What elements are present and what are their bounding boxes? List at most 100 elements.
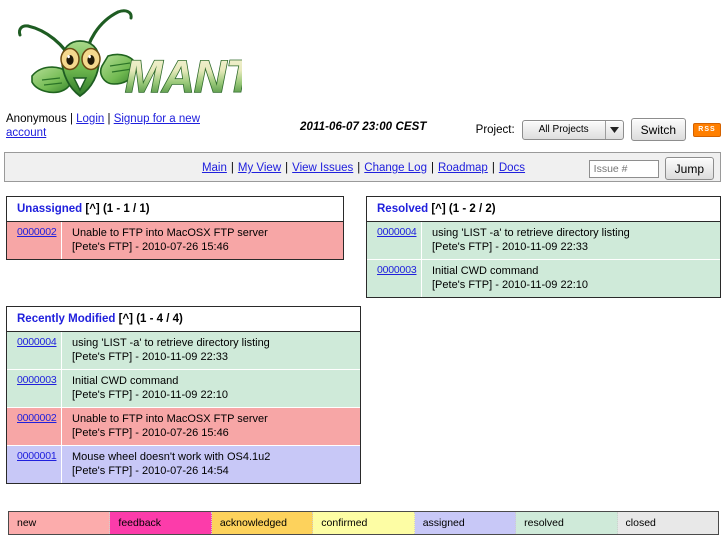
- issue-meta: [Pete's FTP] - 2010-11-09 22:10: [72, 389, 228, 401]
- mantis-wordmark: MANTIS: [124, 50, 242, 103]
- issue-summary: Unable to FTP into MacOSX FTP server: [72, 413, 268, 425]
- user-separator-1: |: [69, 113, 73, 125]
- panel-resolved-title: Resolved [^] (1 - 2 / 2): [367, 197, 720, 222]
- panel-resolved-heading: Resolved: [377, 203, 429, 215]
- legend-item-acknowledged: acknowledged: [211, 512, 314, 534]
- table-row[interactable]: 0000003 Initial CWD command [Pete's FTP]…: [7, 370, 360, 408]
- issue-meta: [Pete's FTP] - 2010-11-09 22:10: [432, 279, 588, 291]
- legend-label: closed: [625, 517, 656, 529]
- panel-recently-modified-title: Recently Modified [^] (1 - 4 / 4): [7, 307, 360, 332]
- table-row[interactable]: 0000004 using 'LIST -a' to retrieve dire…: [367, 222, 720, 260]
- legend-item-new: new: [9, 512, 111, 534]
- table-row[interactable]: 0000003 Initial CWD command [Pete's FTP]…: [367, 260, 720, 297]
- project-select-value: All Projects: [538, 124, 589, 135]
- project-selector-group: Project: All Projects Switch RSS: [476, 118, 721, 141]
- issue-body-cell: Mouse wheel doesn't work with OS4.1u2 [P…: [61, 446, 360, 483]
- legend-item-feedback: feedback: [110, 512, 212, 534]
- nav-item-roadmap[interactable]: Roadmap: [438, 162, 488, 174]
- nav-item-change-log[interactable]: Change Log: [364, 162, 427, 174]
- issue-meta: [Pete's FTP] - 2010-07-26 15:46: [72, 427, 229, 439]
- nav-item-view-issues[interactable]: View Issues: [292, 162, 353, 174]
- nav-item-my-view[interactable]: My View: [238, 162, 281, 174]
- issue-id-cell: 0000003: [367, 260, 421, 280]
- legend-label: acknowledged: [219, 517, 287, 529]
- issue-id-link[interactable]: 0000002: [17, 226, 57, 238]
- panel-unassigned-heading: Unassigned: [17, 203, 83, 215]
- project-select[interactable]: All Projects: [521, 119, 624, 140]
- table-row[interactable]: 0000004 using 'LIST -a' to retrieve dire…: [7, 332, 360, 370]
- rss-icon[interactable]: RSS: [693, 122, 721, 137]
- legend-label: confirmed: [321, 517, 368, 529]
- navigation-bar: Main | My View | View Issues | Change Lo…: [4, 152, 721, 182]
- issue-id-link[interactable]: 0000003: [377, 264, 417, 276]
- panel-resolved-count: (1 - 2 / 2): [448, 203, 496, 215]
- issue-id-link[interactable]: 0000004: [377, 226, 417, 238]
- issue-id-cell: 0000004: [7, 332, 61, 352]
- nav-separator-1: |: [230, 162, 234, 174]
- legend-item-closed: closed: [617, 512, 718, 534]
- jump-button[interactable]: Jump: [664, 157, 714, 180]
- legend-label: resolved: [524, 517, 564, 529]
- panel-unassigned-collapse-toggle[interactable]: [^]: [85, 203, 99, 215]
- panel-recently-modified-collapse-toggle[interactable]: [^]: [119, 313, 133, 325]
- issue-body-cell: using 'LIST -a' to retrieve directory li…: [61, 332, 360, 369]
- issue-id-link[interactable]: 0000003: [17, 374, 57, 386]
- issue-number-input[interactable]: [588, 159, 659, 178]
- issue-summary: Initial CWD command: [72, 375, 179, 387]
- legend-item-confirmed: confirmed: [313, 512, 415, 534]
- issue-summary: using 'LIST -a' to retrieve directory li…: [432, 227, 630, 239]
- panel-recently-modified-heading: Recently Modified: [17, 313, 116, 325]
- issue-id-cell: 0000003: [7, 370, 61, 390]
- mantis-logo: MANTIS: [12, 4, 242, 108]
- issue-meta: [Pete's FTP] - 2010-11-09 22:33: [432, 241, 588, 253]
- table-row[interactable]: 0000002 Unable to FTP into MacOSX FTP se…: [7, 222, 343, 259]
- nav-item-main[interactable]: Main: [202, 162, 227, 174]
- nav-separator-3: |: [357, 162, 361, 174]
- legend-label: feedback: [118, 517, 162, 529]
- panel-unassigned-count: (1 - 1 / 1): [102, 203, 150, 215]
- issue-body-cell: using 'LIST -a' to retrieve directory li…: [421, 222, 720, 259]
- table-row[interactable]: 0000001 Mouse wheel doesn't work with OS…: [7, 446, 360, 483]
- issue-id-link[interactable]: 0000002: [17, 412, 57, 424]
- panel-unassigned-title: Unassigned [^] (1 - 1 / 1): [7, 197, 343, 222]
- svg-text:MANTIS: MANTIS: [125, 51, 242, 102]
- legend-item-assigned: assigned: [414, 512, 517, 534]
- legend-item-resolved: resolved: [516, 512, 618, 534]
- switch-button[interactable]: Switch: [630, 118, 686, 141]
- login-link[interactable]: Login: [76, 113, 104, 125]
- header-strip: Anonymous | Login | Signup for a new acc…: [0, 110, 727, 148]
- nav-separator-5: |: [491, 162, 495, 174]
- issue-summary: Mouse wheel doesn't work with OS4.1u2: [72, 451, 271, 463]
- issue-id-cell: 0000004: [367, 222, 421, 242]
- mantis-logo-svg: MANTIS: [18, 9, 242, 103]
- issue-body-cell: Initial CWD command [Pete's FTP] - 2010-…: [421, 260, 720, 297]
- nav-separator-2: |: [285, 162, 289, 174]
- issue-summary: Unable to FTP into MacOSX FTP server: [72, 227, 268, 239]
- panel-recently-modified: Recently Modified [^] (1 - 4 / 4) 000000…: [6, 306, 361, 484]
- nav-item-docs[interactable]: Docs: [499, 162, 525, 174]
- panel-resolved-collapse-toggle[interactable]: [^]: [431, 203, 445, 215]
- issue-id-link[interactable]: 0000004: [17, 336, 57, 348]
- issue-body-cell: Unable to FTP into MacOSX FTP server [Pe…: [61, 222, 343, 259]
- issue-id-cell: 0000001: [7, 446, 61, 466]
- panel-resolved: Resolved [^] (1 - 2 / 2) 0000004 using '…: [366, 196, 721, 298]
- issue-meta: [Pete's FTP] - 2010-11-09 22:33: [72, 351, 228, 363]
- table-row[interactable]: 0000002 Unable to FTP into MacOSX FTP se…: [7, 408, 360, 446]
- project-label: Project:: [475, 123, 515, 136]
- nav-separator-4: |: [430, 162, 434, 174]
- issue-id-cell: 0000002: [7, 408, 61, 428]
- status-color-legend: new feedback acknowledged confirmed assi…: [8, 511, 719, 535]
- chevron-down-icon: [604, 120, 623, 139]
- panel-unassigned: Unassigned [^] (1 - 1 / 1) 0000002 Unabl…: [6, 196, 344, 260]
- server-timestamp: 2011-06-07 23:00 CEST: [300, 121, 427, 133]
- legend-label: assigned: [422, 517, 465, 529]
- issue-body-cell: Initial CWD command [Pete's FTP] - 2010-…: [61, 370, 360, 407]
- issue-id-link[interactable]: 0000001: [17, 450, 57, 462]
- issue-meta: [Pete's FTP] - 2010-07-26 15:46: [72, 241, 229, 253]
- issue-summary: Initial CWD command: [432, 265, 539, 277]
- legend-label: new: [17, 517, 37, 529]
- user-info: Anonymous | Login | Signup for a new acc…: [6, 112, 221, 140]
- issue-meta: [Pete's FTP] - 2010-07-26 14:54: [72, 465, 229, 477]
- issue-id-cell: 0000002: [7, 222, 61, 242]
- issue-summary: using 'LIST -a' to retrieve directory li…: [72, 337, 270, 349]
